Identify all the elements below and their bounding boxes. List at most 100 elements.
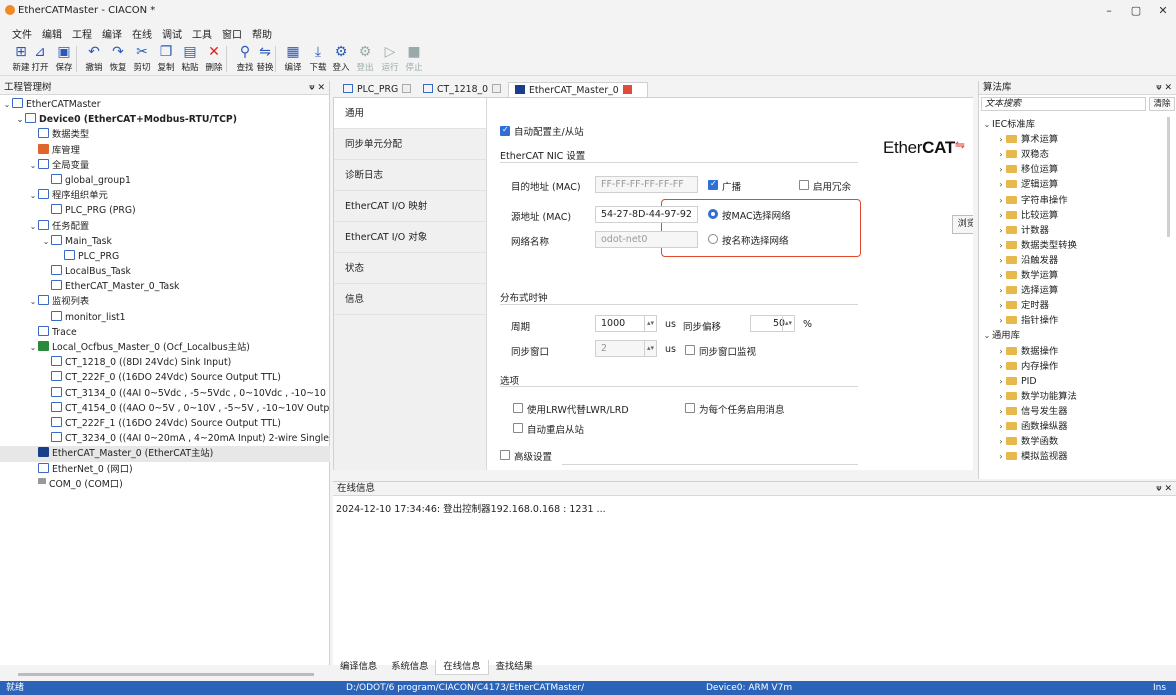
chevron-right-icon[interactable]: › bbox=[996, 253, 1006, 268]
tree-node[interactable]: CT_1218_0 ((8DI 24Vdc) Sink Input) bbox=[0, 355, 330, 370]
chevron-right-icon[interactable]: › bbox=[996, 434, 1006, 449]
toolbar-run-button[interactable]: ▷ 运行 bbox=[378, 42, 402, 74]
tree-node[interactable]: CT_3234_0 ((4AI 0~20mA , 4~20mA Input) 2… bbox=[0, 431, 330, 446]
tree-node[interactable]: CT_222F_0 ((16DO 24Vdc) Source Output TT… bbox=[0, 370, 330, 385]
close-tab-icon[interactable] bbox=[402, 84, 412, 93]
sync-window-spin-icon[interactable]: ▴▾ bbox=[644, 341, 656, 356]
tab-build-info[interactable]: 编译信息 bbox=[333, 660, 384, 674]
tree-node[interactable]: CT_4154_0 ((4AO 0~5V , 0~10V , -5~5V , -… bbox=[0, 401, 330, 416]
tree-node[interactable]: ⌄ Local_Ocfbus_Master_0 (Ocf_Localbus主站) bbox=[0, 340, 330, 355]
sync-offset-spin-icon[interactable]: ▴▾ bbox=[782, 316, 794, 331]
tree-node[interactable]: ⌄ 监视列表 bbox=[0, 294, 330, 309]
toolbar-copy-button[interactable]: ❐ 复制 bbox=[154, 42, 178, 74]
tree-node[interactable]: ⌄ Device0 (EtherCAT+Modbus-RTU/TCP) bbox=[0, 112, 330, 127]
advanced-settings-checkbox[interactable] bbox=[500, 450, 510, 460]
toolbar-paste-button[interactable]: ▤ 粘贴 bbox=[178, 42, 202, 74]
chevron-right-icon[interactable]: › bbox=[996, 374, 1006, 389]
chevron-down-icon[interactable]: ⌄ bbox=[15, 112, 25, 127]
tree-node[interactable]: ⌄ 程序组织单元 bbox=[0, 188, 330, 203]
tree-node[interactable]: LocalBus_Task bbox=[0, 264, 330, 279]
panel-pin-close-icon[interactable]: ᴪ ✕ bbox=[1156, 81, 1172, 95]
chevron-down-icon[interactable]: ⌄ bbox=[28, 294, 38, 309]
auto-restart-slaves-checkbox[interactable] bbox=[513, 423, 523, 433]
library-scrollbar[interactable] bbox=[1167, 117, 1170, 237]
toolbar-save-button[interactable]: ▣ 保存 bbox=[52, 42, 76, 74]
tree-node[interactable]: PLC_PRG bbox=[0, 249, 330, 264]
chevron-down-icon[interactable]: ⌄ bbox=[28, 340, 38, 355]
toolbar-logout-button[interactable]: ⚙ 登出 bbox=[353, 42, 377, 74]
library-node[interactable]: › 计数器 bbox=[979, 223, 1049, 238]
chevron-right-icon[interactable]: › bbox=[996, 344, 1006, 359]
tree-node[interactable]: global_group1 bbox=[0, 173, 330, 188]
clear-search-button[interactable]: 清除 bbox=[1149, 97, 1175, 111]
chevron-right-icon[interactable]: › bbox=[996, 147, 1006, 162]
library-node[interactable]: › 模拟监视器 bbox=[979, 449, 1067, 464]
chevron-right-icon[interactable]: › bbox=[996, 132, 1006, 147]
tree-node[interactable]: 库管理 bbox=[0, 143, 330, 158]
library-node[interactable]: › 算术运算 bbox=[979, 132, 1058, 147]
tree-node[interactable]: EtherCAT_Master_0_Task bbox=[0, 279, 330, 294]
editor-tab[interactable]: EtherCAT_Master_0 bbox=[508, 82, 648, 97]
panel-pin-close-icon[interactable]: ᴪ ✕ bbox=[1156, 482, 1172, 496]
editor-tab[interactable]: PLC_PRG bbox=[337, 82, 415, 97]
menu-tools[interactable]: 工具 bbox=[187, 22, 217, 41]
menu-project[interactable]: 工程 bbox=[67, 22, 97, 41]
config-tab[interactable]: 状态 bbox=[334, 253, 486, 284]
horizontal-scrollbar[interactable] bbox=[18, 673, 314, 676]
dest-mac-field[interactable]: FF-FF-FF-FF-FF-FF bbox=[595, 176, 698, 193]
chevron-right-icon[interactable]: › bbox=[996, 283, 1006, 298]
close-window-button[interactable]: ✕ bbox=[1146, 2, 1176, 20]
period-spin-icon[interactable]: ▴▾ bbox=[644, 316, 656, 331]
config-tab[interactable]: 通用 bbox=[334, 98, 486, 129]
config-tab[interactable]: 同步单元分配 bbox=[334, 129, 486, 160]
library-node[interactable]: ⌄ 通用库 bbox=[979, 328, 1020, 343]
chevron-down-icon[interactable]: ⌄ bbox=[2, 97, 12, 112]
toolbar-scissors-button[interactable]: ✂ 剪切 bbox=[130, 42, 154, 74]
per-task-message-checkbox[interactable] bbox=[685, 403, 695, 413]
library-node[interactable]: › 选择运算 bbox=[979, 283, 1058, 298]
tab-system-info[interactable]: 系统信息 bbox=[384, 660, 435, 674]
chevron-right-icon[interactable]: › bbox=[996, 223, 1006, 238]
menu-file[interactable]: 文件 bbox=[0, 22, 37, 41]
network-name-field[interactable]: odot-net0 bbox=[595, 231, 698, 248]
select-by-name-radio[interactable] bbox=[708, 234, 718, 244]
chevron-down-icon[interactable]: ⌄ bbox=[28, 219, 38, 234]
toolbar-login-button[interactable]: ⚙ 登入 bbox=[329, 42, 353, 74]
tree-node[interactable]: CT_222F_1 ((16DO 24Vdc) Source Output TT… bbox=[0, 416, 330, 431]
tab-find-results[interactable]: 查找结果 bbox=[489, 660, 540, 674]
menu-edit[interactable]: 编辑 bbox=[37, 22, 67, 41]
tree-node[interactable]: COM_0 (COM口) bbox=[0, 477, 330, 492]
menu-help[interactable]: 帮助 bbox=[247, 22, 277, 41]
library-node[interactable]: › 双稳态 bbox=[979, 147, 1049, 162]
tree-node[interactable]: EtherCAT_Master_0 (EtherCAT主站) bbox=[0, 446, 330, 462]
chevron-right-icon[interactable]: › bbox=[996, 359, 1006, 374]
chevron-down-icon[interactable]: ⌄ bbox=[982, 328, 992, 343]
chevron-right-icon[interactable]: › bbox=[996, 298, 1006, 313]
toolbar-undo-button[interactable]: ↶ 撤销 bbox=[82, 42, 106, 74]
tree-node[interactable]: EtherNet_0 (网口) bbox=[0, 462, 330, 477]
use-lrw-checkbox[interactable] bbox=[513, 403, 523, 413]
source-mac-field[interactable]: 54-27-8D-44-97-92 bbox=[595, 206, 698, 223]
library-node[interactable]: › 数据类型转换 bbox=[979, 238, 1076, 253]
sync-window-monitor-checkbox[interactable] bbox=[685, 345, 695, 355]
editor-tab[interactable]: CT_1218_0 bbox=[417, 82, 505, 97]
library-node[interactable]: › PID bbox=[979, 374, 1036, 389]
toolbar-open-folder-button[interactable]: ⊿ 打开 bbox=[28, 42, 52, 74]
chevron-right-icon[interactable]: › bbox=[996, 449, 1006, 464]
library-node[interactable]: › 逻辑运算 bbox=[979, 177, 1058, 192]
config-tab[interactable]: EtherCAT I/O 对象 bbox=[334, 222, 486, 253]
chevron-right-icon[interactable]: › bbox=[996, 162, 1006, 177]
library-node[interactable]: › 沿触发器 bbox=[979, 253, 1058, 268]
close-tab-icon[interactable] bbox=[492, 84, 502, 93]
tree-node[interactable]: Trace bbox=[0, 325, 330, 340]
library-node[interactable]: › 数学功能算法 bbox=[979, 389, 1076, 404]
config-tab[interactable]: 诊断日志 bbox=[334, 160, 486, 191]
chevron-right-icon[interactable]: › bbox=[996, 193, 1006, 208]
auto-config-checkbox[interactable] bbox=[500, 125, 510, 136]
tree-node[interactable]: ⌄ 全局变量 bbox=[0, 158, 330, 173]
library-node[interactable]: › 定时器 bbox=[979, 298, 1049, 313]
menu-build[interactable]: 编译 bbox=[97, 22, 127, 41]
menu-debug[interactable]: 调试 bbox=[157, 22, 187, 41]
browse-button[interactable]: 浏览... bbox=[952, 215, 973, 234]
library-node[interactable]: › 字符串操作 bbox=[979, 193, 1067, 208]
